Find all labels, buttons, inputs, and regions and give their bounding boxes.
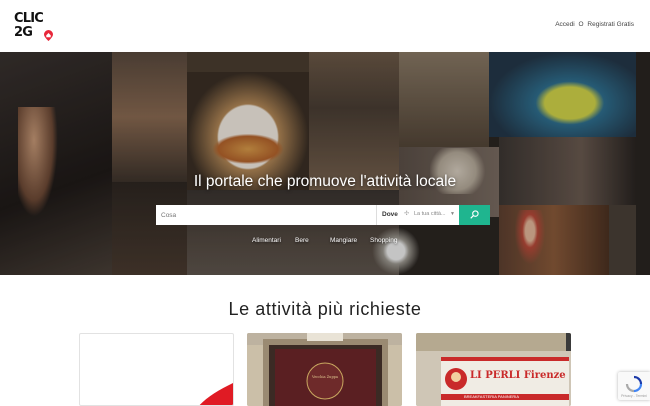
category-links: Alimentari Bere Mangiare Shopping — [0, 237, 650, 249]
card-2-sign-text: Vecchia Zuppa — [311, 375, 339, 379]
business-card-1[interactable] — [79, 333, 234, 406]
login-link[interactable]: Accedi — [555, 21, 575, 28]
where-field[interactable]: Dove ✣ La tua città... ▼ — [376, 205, 459, 225]
card-2-photo — [247, 333, 402, 406]
register-link[interactable]: Registrati Gratis — [587, 21, 634, 28]
city-select[interactable]: La tua città... — [414, 211, 446, 217]
what-search-input[interactable] — [156, 205, 376, 225]
business-card-3[interactable]: LI PERLI Firenze BREAKFASTERIA PANINERIA — [416, 333, 571, 406]
recaptcha-icon — [625, 375, 643, 393]
chevron-down-icon: ▼ — [450, 211, 455, 217]
location-icon: ✣ — [404, 211, 410, 217]
logo-line-2: 2G — [14, 25, 33, 40]
site-header: CLIC 2G Accedi O Registrati Gratis — [0, 0, 650, 52]
recaptcha-badge[interactable]: Privacy - Termini — [618, 372, 650, 400]
hero-tagline: Il portale che promuove l'attività local… — [193, 173, 457, 190]
card-1-logo-image — [199, 382, 233, 405]
search-button[interactable] — [459, 205, 490, 225]
logo-line-1: CLIC — [14, 11, 44, 26]
category-shopping[interactable]: Shopping — [370, 237, 397, 244]
category-alimentari[interactable]: Alimentari — [252, 237, 281, 244]
logo-pin-icon — [44, 30, 53, 41]
card-3-sub-text: BREAKFASTERIA PANINERIA — [464, 394, 520, 399]
category-mangiare[interactable]: Mangiare — [330, 237, 357, 244]
where-label: Dove — [382, 211, 398, 218]
clic2go-logo[interactable]: CLIC 2G — [14, 10, 54, 42]
business-card-2[interactable]: Vecchia Zuppa — [247, 333, 402, 406]
category-bere[interactable]: Bere — [295, 237, 309, 244]
recaptcha-links[interactable]: Privacy - Termini — [619, 394, 649, 398]
card-3-sign-text: LI PERLI Firenze — [470, 370, 566, 381]
auth-links: Accedi O Registrati Gratis — [553, 21, 634, 28]
section-title: Le attività più richieste — [228, 299, 422, 319]
or-text: O — [578, 21, 584, 28]
search-icon — [470, 210, 479, 219]
